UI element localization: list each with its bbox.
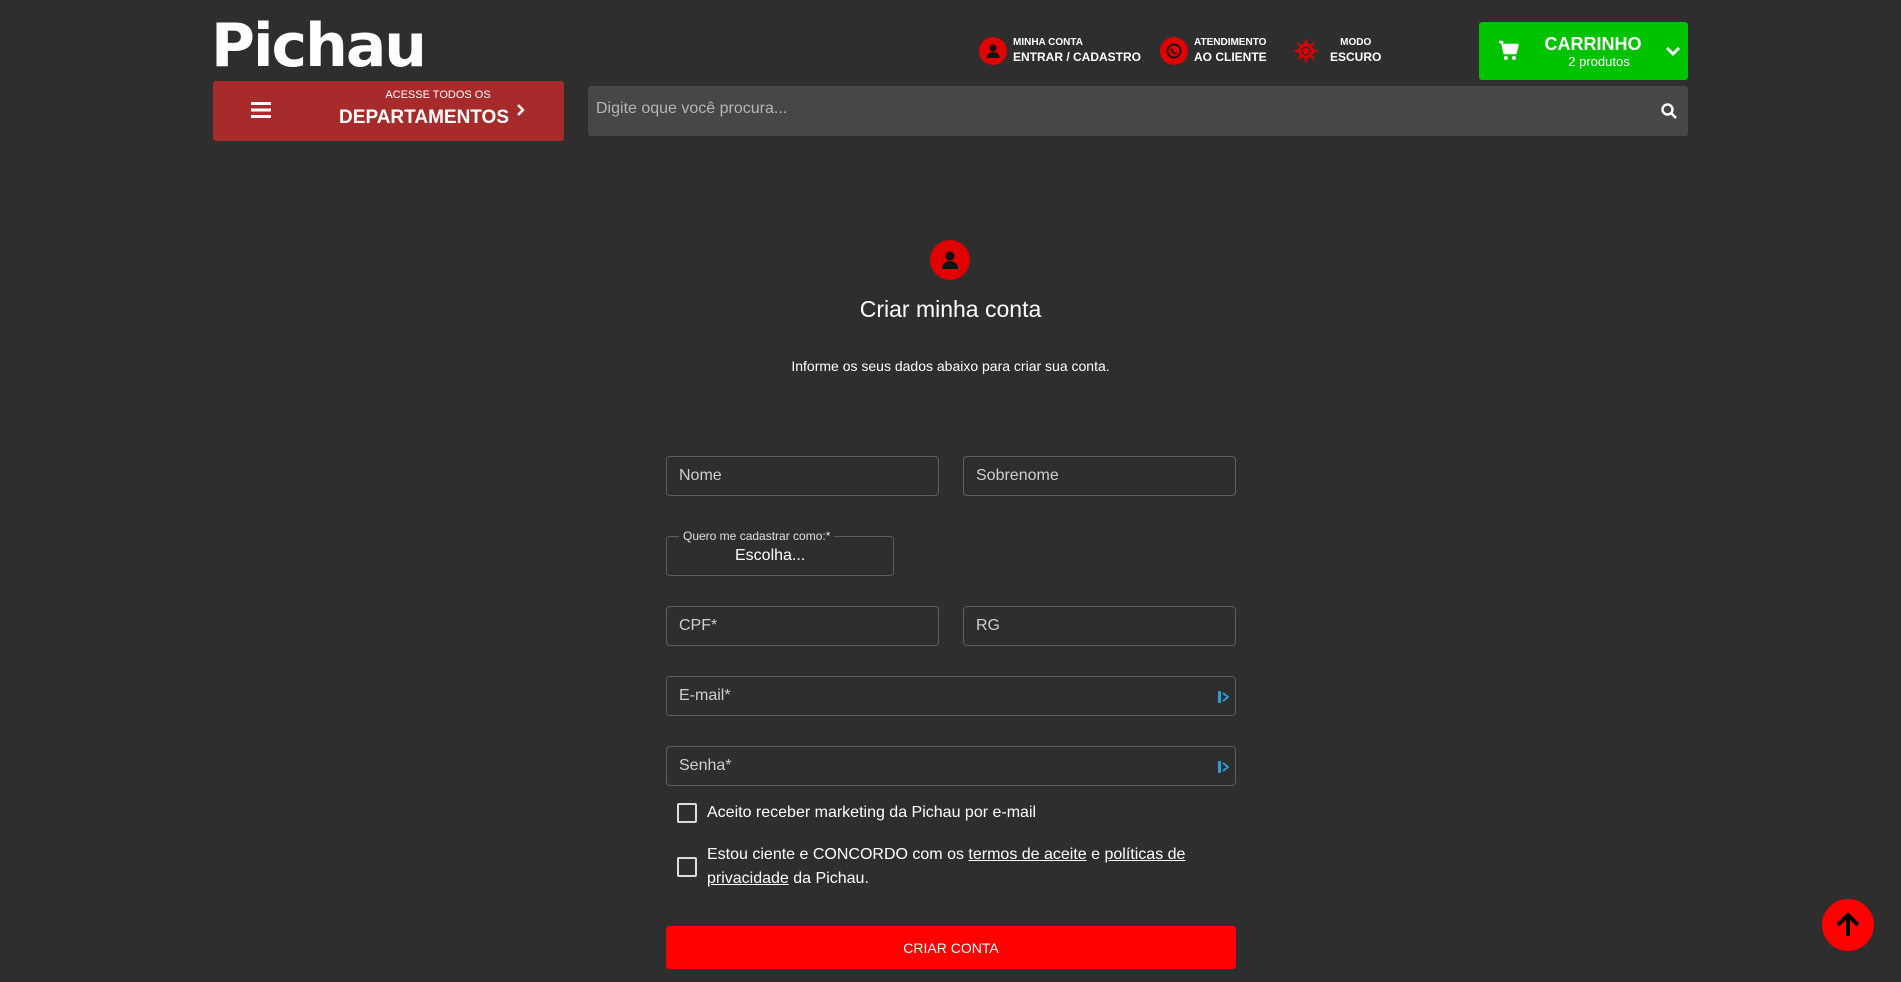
terms-text: Estou ciente e CONCORDO com os termos de… (707, 843, 1237, 891)
site-header: Pichau MINHA CONTA ENTRAR / CADASTRO ATE… (0, 0, 1901, 150)
dark-mode-toggle[interactable]: MODO ESCURO (1292, 36, 1381, 66)
account-small-label: MINHA CONTA (1013, 37, 1083, 48)
mode-small-label: MODO (1340, 37, 1372, 48)
pichau-logo[interactable]: Pichau (211, 16, 427, 76)
terms-prefix: Estou ciente e CONCORDO com os (707, 846, 969, 863)
email-field (666, 676, 1236, 716)
cart-title: CARRINHO (1544, 33, 1642, 54)
profile-icon (930, 240, 970, 280)
search-input[interactable] (596, 100, 1636, 118)
sun-icon (1292, 37, 1320, 65)
whatsapp-icon (1160, 37, 1188, 65)
last-name-field (963, 456, 1236, 496)
mode-big-label: ESCURO (1330, 50, 1382, 64)
chevron-right-icon (517, 104, 525, 116)
support-link[interactable]: ATENDIMENTO AO CLIENTE (1160, 36, 1267, 66)
marketing-checkbox[interactable] (677, 803, 697, 823)
terms-checkbox[interactable] (677, 857, 697, 877)
terms-link[interactable]: termos de aceite (968, 846, 1086, 863)
first-name-input[interactable] (667, 457, 938, 495)
first-name-field (666, 456, 939, 496)
cpf-input[interactable] (667, 607, 938, 645)
rg-input[interactable] (964, 607, 1235, 645)
scroll-top-button[interactable] (1822, 899, 1874, 951)
cart-button[interactable]: CARRINHO 2 produtos (1479, 22, 1688, 80)
password-manager-icon[interactable] (1217, 759, 1231, 775)
register-as-select[interactable]: Quero me cadastrar como:* Escolha... (666, 529, 894, 576)
register-as-label: Quero me cadastrar como:* (679, 529, 835, 543)
arrow-up-icon (1836, 912, 1860, 936)
search-icon[interactable] (1660, 102, 1678, 120)
account-link[interactable]: MINHA CONTA ENTRAR / CADASTRO (979, 36, 1141, 66)
user-icon (979, 37, 1007, 65)
support-small-label: ATENDIMENTO (1194, 37, 1267, 48)
cpf-field (666, 606, 939, 646)
terms-and: e (1086, 846, 1105, 863)
password-input[interactable] (667, 747, 1235, 785)
marketing-label: Aceito receber marketing da Pichau por e… (707, 804, 1037, 821)
rg-field (963, 606, 1236, 646)
cart-count: 2 produtos (1568, 53, 1630, 69)
account-big-label: ENTRAR / CADASTRO (1013, 50, 1141, 64)
cart-icon (1499, 40, 1519, 60)
menu-icon (251, 102, 271, 118)
terms-consent-row: Estou ciente e CONCORDO com os termos de… (677, 843, 1237, 891)
departments-button[interactable]: ACESSE TODOS OS DEPARTAMENTOS (213, 81, 564, 141)
support-big-label: AO CLIENTE (1194, 50, 1267, 64)
marketing-consent-row: Aceito receber marketing da Pichau por e… (677, 801, 1036, 825)
departments-big-label: DEPARTAMENTOS (339, 107, 509, 128)
last-name-input[interactable] (964, 457, 1235, 495)
terms-suffix: da Pichau. (788, 870, 869, 887)
page-title: Criar minha conta (859, 296, 1042, 322)
chevron-down-icon[interactable] (1663, 41, 1683, 61)
departments-small-label: ACESSE TODOS OS (385, 89, 491, 101)
create-account-button[interactable]: CRIAR CONTA (666, 926, 1236, 969)
password-manager-icon[interactable] (1217, 689, 1231, 705)
page-subtitle: Informe os seus dados abaixo para criar … (791, 358, 1110, 374)
email-input[interactable] (667, 677, 1235, 715)
search-bar (588, 86, 1688, 136)
password-field (666, 746, 1236, 786)
register-as-value: Escolha... (735, 547, 806, 564)
